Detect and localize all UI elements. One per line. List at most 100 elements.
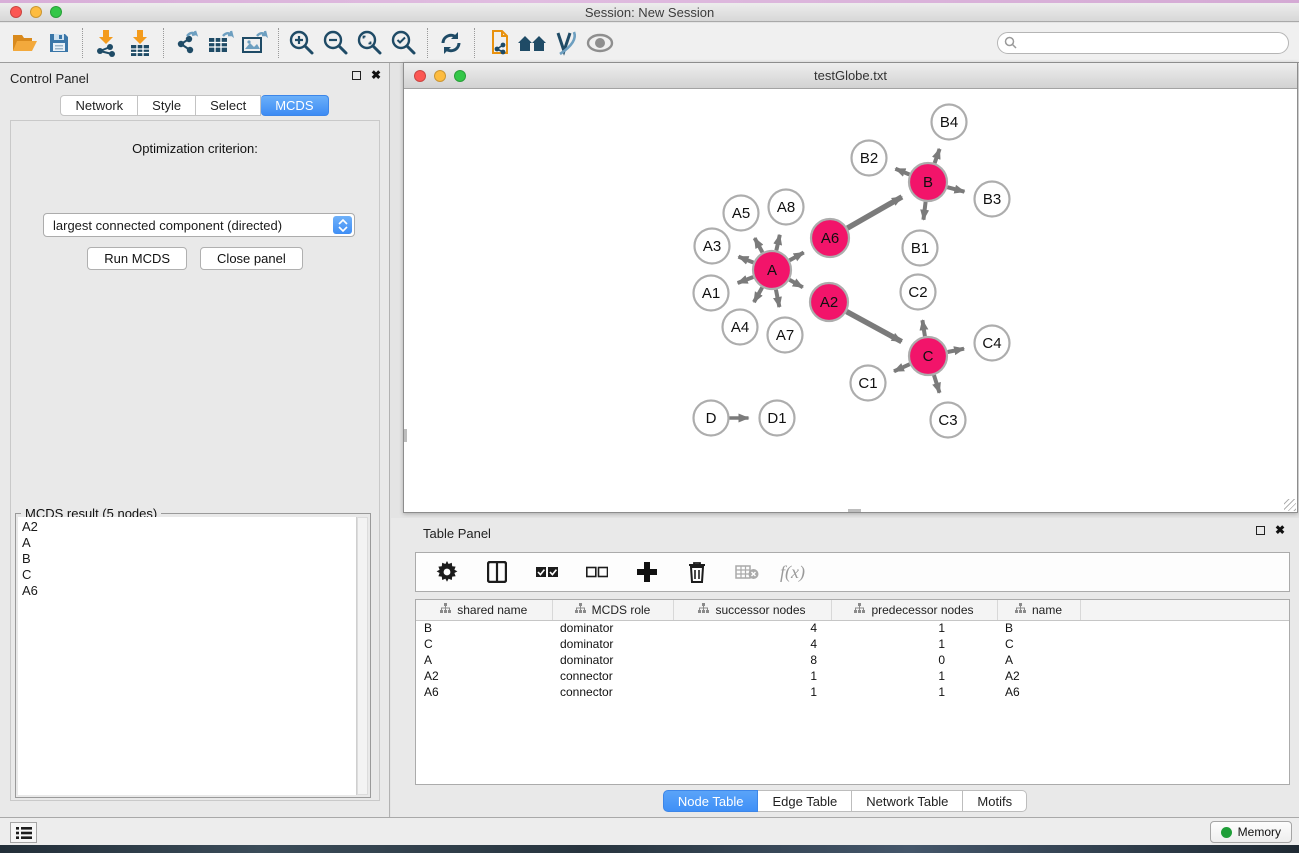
close-window-icon[interactable]: [10, 6, 22, 18]
minimize-window-icon[interactable]: [30, 6, 42, 18]
tab-edge-table[interactable]: Edge Table: [758, 790, 852, 812]
tab-select[interactable]: Select: [196, 95, 261, 116]
graph-node-D[interactable]: D: [694, 401, 729, 436]
edge-C-C3[interactable]: [934, 375, 940, 393]
edge-C-C2[interactable]: [922, 320, 925, 336]
graph-node-B4[interactable]: B4: [932, 105, 967, 140]
zoom-selected-icon[interactable]: [387, 27, 421, 59]
network-vscroll-nub[interactable]: [404, 429, 407, 442]
column-header[interactable]: name: [997, 600, 1080, 620]
edge-A-A1[interactable]: [738, 277, 754, 283]
table-row[interactable]: A2connector11A2: [416, 668, 1289, 684]
import-network-icon[interactable]: [89, 27, 123, 59]
tab-style[interactable]: Style: [138, 95, 196, 116]
zoom-out-icon[interactable]: [319, 27, 353, 59]
graph-node-C1[interactable]: C1: [851, 366, 886, 401]
edge-A-A5[interactable]: [755, 238, 763, 252]
edge-B-B4[interactable]: [935, 149, 940, 163]
tab-motifs[interactable]: Motifs: [963, 790, 1027, 812]
search-input[interactable]: [997, 32, 1289, 54]
mcds-result-item[interactable]: C: [22, 567, 356, 583]
resize-corner-icon[interactable]: [1284, 499, 1296, 511]
graph-node-C3[interactable]: C3: [931, 403, 966, 438]
network-graph[interactable]: B4B2BB3A5A8A6A3B1AA1C2A2A4A7C4CC1C3DD1: [404, 89, 1297, 512]
home-icon[interactable]: [515, 27, 549, 59]
edge-B-B1[interactable]: [923, 202, 925, 220]
edge-A-A7[interactable]: [776, 290, 779, 307]
edge-B-B3[interactable]: [947, 187, 964, 192]
select-all-checkboxes-icon[interactable]: [530, 556, 564, 588]
close-network-icon[interactable]: [414, 70, 426, 82]
mcds-result-item[interactable]: B: [22, 551, 356, 567]
graph-node-A7[interactable]: A7: [768, 318, 803, 353]
table-row[interactable]: A6connector11A6: [416, 684, 1289, 700]
zoom-fit-icon[interactable]: [353, 27, 387, 59]
edge-C-C4[interactable]: [948, 349, 964, 352]
close-panel-icon[interactable]: ✖: [371, 71, 381, 80]
table-settings-gear-icon[interactable]: [430, 556, 464, 588]
column-header[interactable]: MCDS role: [552, 600, 673, 620]
maximize-network-icon[interactable]: [454, 70, 466, 82]
mcds-result-item[interactable]: A: [22, 535, 356, 551]
network-canvas[interactable]: B4B2BB3A5A8A6A3B1AA1C2A2A4A7C4CC1C3DD1: [404, 89, 1297, 512]
memory-button[interactable]: Memory: [1210, 821, 1292, 843]
hide-graphics-details-icon[interactable]: [549, 27, 583, 59]
task-history-list-icon[interactable]: [10, 822, 37, 843]
graph-node-B2[interactable]: B2: [852, 141, 887, 176]
zoom-in-icon[interactable]: [285, 27, 319, 59]
graph-node-B1[interactable]: B1: [903, 231, 938, 266]
edge-A6-B[interactable]: [847, 197, 902, 228]
refresh-icon[interactable]: [434, 27, 468, 59]
minimize-network-icon[interactable]: [434, 70, 446, 82]
graph-node-A5[interactable]: A5: [724, 196, 759, 231]
close-panel-button[interactable]: Close panel: [200, 247, 303, 270]
mcds-result-list[interactable]: A2ABCA6: [18, 517, 357, 795]
edge-A-A4[interactable]: [754, 287, 762, 302]
graph-node-B[interactable]: B: [909, 163, 947, 201]
column-header[interactable]: predecessor nodes: [831, 600, 997, 620]
graph-node-B3[interactable]: B3: [975, 182, 1010, 217]
edge-A-A6[interactable]: [790, 252, 804, 260]
show-columns-icon[interactable]: [480, 556, 514, 588]
search-field[interactable]: [997, 32, 1289, 54]
edge-C-C1[interactable]: [894, 364, 910, 371]
graph-node-C2[interactable]: C2: [901, 275, 936, 310]
float-panel-icon[interactable]: [352, 71, 361, 80]
column-header[interactable]: shared name: [416, 600, 552, 620]
tab-network-table[interactable]: Network Table: [852, 790, 963, 812]
graph-node-D1[interactable]: D1: [760, 401, 795, 436]
close-table-panel-icon[interactable]: ✖: [1275, 526, 1285, 535]
export-network-icon[interactable]: [170, 27, 204, 59]
graph-node-C[interactable]: C: [909, 337, 947, 375]
delete-column-trash-icon[interactable]: [680, 556, 714, 588]
import-table-icon[interactable]: [123, 27, 157, 59]
edge-A-A8[interactable]: [776, 235, 779, 251]
network-hscroll-nub[interactable]: [848, 509, 861, 512]
graph-node-A2[interactable]: A2: [810, 283, 848, 321]
deselect-all-checkboxes-icon[interactable]: [580, 556, 614, 588]
open-session-icon[interactable]: [8, 27, 42, 59]
network-window-controls[interactable]: [414, 70, 466, 82]
criterion-dropdown[interactable]: largest connected component (directed): [43, 213, 355, 237]
graph-node-A6[interactable]: A6: [811, 219, 849, 257]
column-header[interactable]: successor nodes: [673, 600, 831, 620]
graph-node-A8[interactable]: A8: [769, 190, 804, 225]
edge-A-A3[interactable]: [738, 257, 753, 263]
save-session-icon[interactable]: [42, 27, 76, 59]
graph-node-A1[interactable]: A1: [694, 276, 729, 311]
export-image-icon[interactable]: [238, 27, 272, 59]
function-builder-fx-icon[interactable]: f(x): [780, 562, 805, 583]
graph-node-A[interactable]: A: [753, 251, 791, 289]
table-row[interactable]: Cdominator41C: [416, 636, 1289, 652]
tab-node-table[interactable]: Node Table: [663, 790, 759, 812]
maximize-window-icon[interactable]: [50, 6, 62, 18]
graph-node-C4[interactable]: C4: [975, 326, 1010, 361]
table-row[interactable]: Bdominator41B: [416, 620, 1289, 636]
edge-A-A2[interactable]: [789, 280, 802, 288]
edge-A2-C[interactable]: [847, 312, 902, 342]
table-row[interactable]: Adominator80A: [416, 652, 1289, 668]
window-controls[interactable]: [10, 6, 62, 18]
mcds-result-item[interactable]: A2: [22, 519, 356, 535]
tab-mcds[interactable]: MCDS: [261, 95, 328, 116]
mcds-result-scrollbar[interactable]: [357, 517, 368, 795]
